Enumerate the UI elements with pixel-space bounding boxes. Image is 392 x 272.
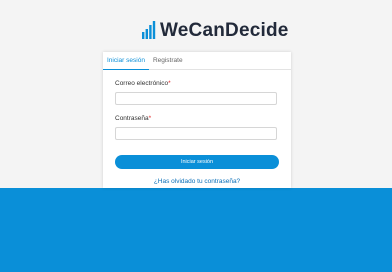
tab-register[interactable]: Registrate	[149, 52, 187, 69]
bar-chart-logo-icon	[142, 21, 156, 39]
password-label: Contraseña*	[115, 115, 151, 122]
email-label-text: Correo electrónico	[115, 80, 169, 87]
login-button[interactable]: Iniciar sesión	[115, 155, 279, 169]
password-field[interactable]	[115, 127, 277, 140]
email-required-marker: *	[168, 80, 171, 87]
email-label: Correo electrónico*	[115, 80, 171, 87]
tab-login[interactable]: Iniciar sesión	[103, 52, 149, 70]
footer-band	[0, 188, 392, 272]
auth-tabs: Iniciar sesión Registrate	[103, 52, 291, 70]
password-label-text: Contraseña	[115, 115, 149, 122]
login-page: WeCanDecide Iniciar sesión Registrate Co…	[0, 0, 392, 272]
login-card: Iniciar sesión Registrate Correo electró…	[103, 52, 291, 188]
brand-name: WeCanDecide	[160, 20, 289, 41]
password-required-marker: *	[148, 115, 152, 122]
email-field[interactable]	[115, 92, 277, 105]
forgot-password-link[interactable]: ¿Has olvidado tu contraseña?	[103, 178, 291, 185]
brand-logo: WeCanDecide	[142, 20, 289, 42]
